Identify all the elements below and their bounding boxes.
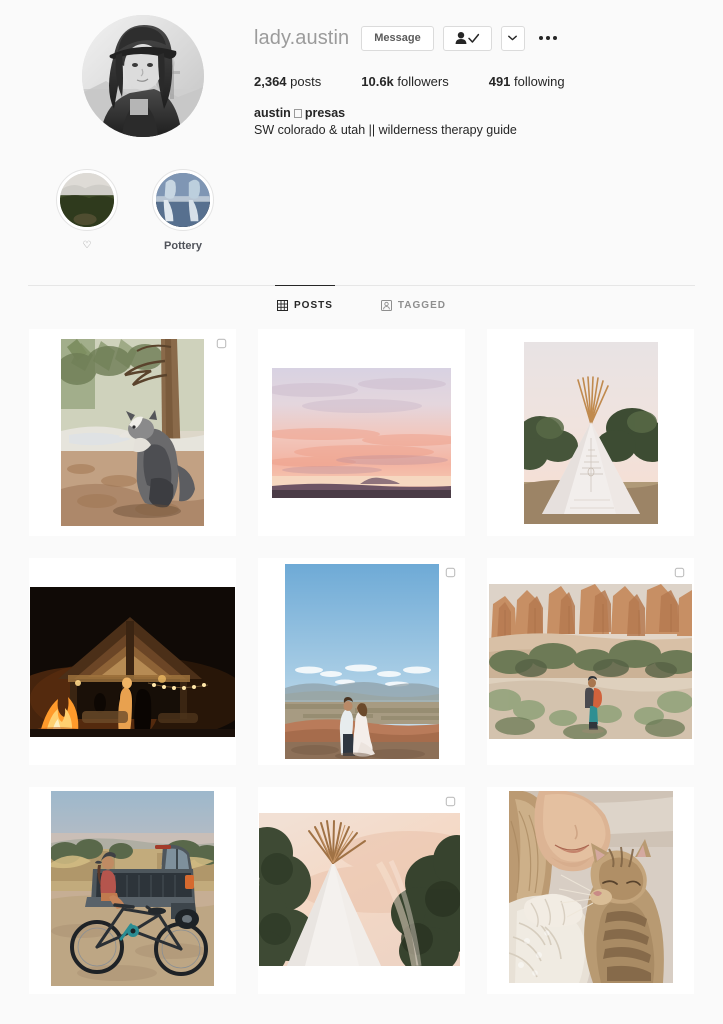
post-image-pink-sunset — [272, 368, 451, 498]
post-image-teepee-dusk — [524, 342, 658, 524]
post-image-dog-forest — [61, 339, 204, 526]
tab-posts[interactable]: POSTS — [275, 285, 335, 323]
tab-tagged[interactable]: TAGGED — [379, 285, 448, 323]
highlight-label: Pottery — [164, 240, 202, 252]
post-cell[interactable] — [258, 787, 465, 994]
more-options-button[interactable] — [535, 25, 561, 51]
username-and-actions-row: lady.austin Message — [254, 22, 691, 54]
avatar[interactable] — [82, 15, 204, 137]
profile-info-column: lady.austin Message 2,364 posts 10.6k fo… — [254, 10, 691, 139]
stat-followers[interactable]: 10.6k followers — [361, 74, 448, 89]
highlight-label: ♡ — [82, 240, 92, 251]
highlight-ring — [56, 169, 118, 231]
post-cell[interactable] — [258, 558, 465, 765]
post-cell[interactable] — [487, 558, 694, 765]
highlight-cover-pottery — [156, 173, 210, 227]
post-image-teepee-pink-sky — [259, 813, 460, 966]
tab-tagged-label: TAGGED — [397, 300, 446, 311]
followers-label: followers — [397, 74, 449, 89]
profile-tabs: POSTS TAGGED — [28, 285, 695, 323]
posts-grid — [0, 323, 723, 994]
stat-posts[interactable]: 2,364 posts — [254, 74, 321, 89]
carousel-icon — [214, 336, 229, 351]
post-image-desert-hiker — [489, 584, 692, 739]
carousel-icon — [443, 794, 458, 809]
bio-display-name-first: austin — [254, 106, 291, 120]
avatar-image — [82, 15, 204, 137]
avatar-column — [32, 10, 254, 139]
bio-display-name-last: presas — [304, 106, 346, 120]
profile-header: lady.austin Message 2,364 posts 10.6k fo… — [0, 0, 723, 139]
stat-following[interactable]: 491 following — [489, 74, 565, 89]
bio-display-name: austin presas — [254, 105, 691, 122]
post-image-truck-bed-bike — [51, 791, 214, 986]
chevron-down-icon — [508, 35, 518, 41]
post-cell[interactable] — [29, 329, 236, 536]
tab-posts-label: POSTS — [294, 300, 333, 311]
followers-count: 10.6k — [361, 74, 394, 89]
post-cell[interactable] — [29, 558, 236, 765]
posts-label: posts — [290, 74, 322, 89]
instagram-profile-page: lady.austin Message 2,364 posts 10.6k fo… — [0, 0, 723, 1024]
post-image-wedding-canyon — [285, 564, 439, 759]
post-cell[interactable] — [29, 787, 236, 994]
following-dropdown-button[interactable] — [500, 25, 525, 51]
bio-block: austin presas SW colorado & utah || wilde… — [254, 105, 691, 139]
following-label: following — [514, 74, 565, 89]
post-image-woman-with-cat — [509, 791, 673, 983]
grid-icon — [277, 300, 289, 311]
carousel-icon — [443, 565, 458, 580]
bio-text: SW colorado & utah || wilderness therapy… — [254, 123, 517, 137]
story-highlights: ♡ Pottery — [0, 139, 723, 252]
tag-person-icon — [380, 300, 392, 311]
profile-stats: 2,364 posts 10.6k followers 491 followin… — [254, 74, 691, 89]
page-title-username: lady.austin — [254, 27, 350, 49]
highlight-item-pottery[interactable]: Pottery — [152, 169, 214, 252]
post-image-night-campfire-cabin — [30, 587, 235, 737]
more-options-icon — [538, 36, 557, 40]
highlight-cover-forest — [60, 173, 114, 227]
post-cell[interactable] — [487, 787, 694, 994]
post-cell[interactable] — [258, 329, 465, 536]
highlight-item-heart[interactable]: ♡ — [56, 169, 118, 252]
message-button[interactable]: Message — [361, 25, 434, 51]
post-cell[interactable] — [487, 329, 694, 536]
missing-glyph-icon — [293, 109, 302, 118]
posts-count: 2,364 — [254, 74, 287, 89]
following-count: 491 — [488, 74, 511, 89]
person-check-icon — [454, 31, 480, 45]
carousel-icon — [672, 565, 687, 580]
highlight-ring — [152, 169, 214, 231]
following-button[interactable] — [442, 25, 492, 51]
